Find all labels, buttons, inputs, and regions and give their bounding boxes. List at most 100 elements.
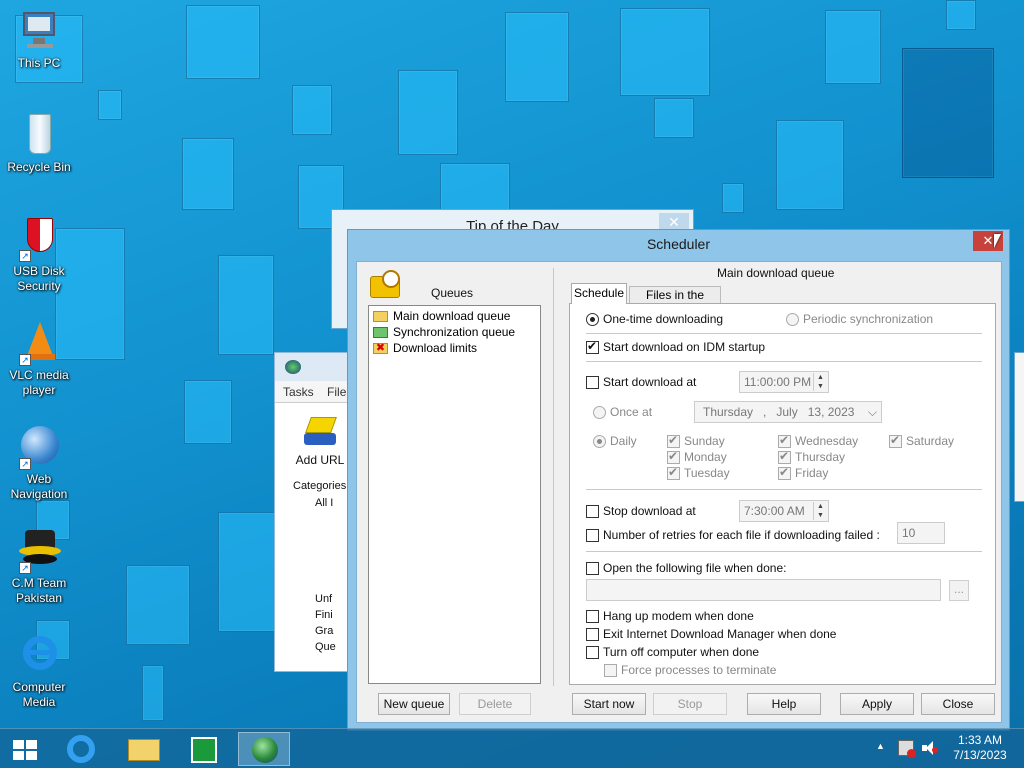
tree-item[interactable]: Unf [297, 591, 336, 607]
checkbox-label: Stop download at [603, 504, 696, 518]
checkbox-label: Wednesday [795, 434, 859, 448]
help-button[interactable]: Help [747, 693, 821, 715]
date-picker[interactable]: Thursday , July 13, 2023 ⌵ [694, 401, 882, 423]
desktop-icon-label: VLC media player [9, 368, 69, 397]
one-time-radio[interactable]: One-time downloading [586, 312, 723, 326]
network-error-icon[interactable] [898, 740, 916, 758]
hang-up-checkbox[interactable]: Hang up modem when done [586, 609, 754, 623]
globe-icon: ↗ [17, 424, 61, 470]
menu-file[interactable]: File [327, 385, 346, 399]
taskbar-file-explorer[interactable] [118, 732, 170, 766]
tree-item[interactable]: All I [297, 495, 336, 511]
tray-overflow-icon[interactable]: ▲ [876, 741, 885, 751]
queue-item-sync[interactable]: Synchronization queue [373, 325, 515, 339]
desktop-icon-this-pc[interactable]: This PC [4, 8, 74, 71]
tree-item[interactable]: Fini [297, 607, 336, 623]
desktop-icon-label: USB Disk Security [13, 264, 65, 293]
start-button[interactable] [0, 732, 52, 766]
queues-label: Queues [431, 286, 474, 300]
close-button[interactable]: Close [921, 693, 995, 715]
retries-checkbox[interactable]: Number of retries for each file if downl… [586, 528, 880, 542]
start-at-checkbox[interactable]: Start download at [586, 375, 696, 389]
open-file-checkbox[interactable]: Open the following file when done: [586, 561, 786, 575]
computer-icon [17, 8, 61, 52]
exit-idm-checkbox[interactable]: Exit Internet Download Manager when done [586, 627, 836, 641]
delete-button[interactable]: Delete [459, 693, 531, 715]
clock[interactable]: 1:33 AM 7/13/2023 [950, 733, 1010, 763]
day-saturday-checkbox[interactable]: Saturday [889, 433, 954, 448]
day-tuesday-checkbox[interactable]: Tuesday [667, 465, 730, 480]
taskbar-idm[interactable] [238, 732, 290, 766]
desktop-icon-cm-team[interactable]: ↗ C.M Team Pakistan [4, 528, 74, 606]
time-spinner-icon[interactable]: ▲ ▼ [813, 373, 827, 391]
menu-tasks[interactable]: Tasks [283, 385, 314, 399]
apply-button[interactable]: Apply [840, 693, 914, 715]
desktop-icon-label: C.M Team Pakistan [11, 576, 67, 605]
daily-radio[interactable]: Daily [593, 434, 637, 448]
checkbox-label: Friday [795, 466, 829, 480]
retries-field[interactable]: 10 [897, 522, 945, 544]
scheduler-dialog[interactable]: Scheduler ✕ Queues Main download queue S… [347, 229, 1010, 731]
tree-item[interactable]: Que [297, 639, 336, 655]
queue-item-label: Main download queue [393, 309, 511, 323]
shortcut-arrow-icon: ↗ [19, 250, 31, 262]
tab-files-in-queue[interactable]: Files in the queue [629, 286, 721, 319]
desktop-icon-computer-media[interactable]: Computer Media [4, 632, 74, 710]
vlc-cone-icon: ↗ [17, 320, 61, 366]
stop-time-field[interactable]: 7:30:00 AM ▲ ▼ [739, 500, 829, 522]
start-on-startup-checkbox[interactable]: Start download on IDM startup [586, 339, 765, 354]
queue-item-label: Download limits [393, 341, 478, 355]
browse-button[interactable]: ... [949, 580, 969, 601]
date-day: Thursday [703, 405, 754, 419]
stop-at-checkbox[interactable]: Stop download at [586, 504, 696, 518]
day-friday-checkbox[interactable]: Friday [778, 465, 829, 480]
time-spinner-icon[interactable]: ▲ ▼ [813, 502, 827, 520]
background-window-edge [1014, 352, 1024, 502]
taskbar-store[interactable] [178, 732, 230, 766]
add-url-button[interactable]: Add URL [285, 411, 355, 467]
desktop-icon-web-navigation[interactable]: ↗ Web Navigation [4, 424, 74, 502]
stop-button[interactable]: Stop [653, 693, 727, 715]
periodic-radio[interactable]: Periodic synchronization [786, 312, 933, 326]
day-wednesday-checkbox[interactable]: Wednesday [778, 433, 859, 448]
day-thursday-checkbox[interactable]: Thursday [778, 449, 846, 464]
new-queue-button[interactable]: New queue [378, 693, 450, 715]
day-sunday-checkbox[interactable]: Sunday [667, 433, 725, 448]
turn-off-checkbox[interactable]: Turn off computer when done [586, 645, 759, 659]
start-now-button[interactable]: Start now [572, 693, 646, 715]
separator [586, 551, 982, 552]
checkbox-label: Thursday [795, 450, 846, 464]
day-monday-checkbox[interactable]: Monday [667, 449, 727, 464]
idm-logo-icon [285, 360, 301, 374]
queue-item-limits[interactable]: ✖ Download limits [373, 341, 477, 355]
volume-muted-icon[interactable] [922, 741, 938, 755]
force-terminate-checkbox[interactable]: Force processes to terminate [604, 663, 776, 677]
checkbox-label: Start download at [603, 375, 697, 389]
radio-label: Periodic synchronization [803, 312, 934, 326]
start-time-field[interactable]: 11:00:00 PM ▲ ▼ [739, 371, 829, 393]
folder-icon [373, 310, 388, 322]
date-day-year: 13, 2023 [807, 405, 855, 419]
shortcut-arrow-icon: ↗ [19, 458, 31, 470]
dialog-client: Queues Main download queue Synchronizati… [356, 261, 1002, 723]
taskbar-internet-explorer[interactable] [56, 732, 108, 766]
checkbox-label: Turn off computer when done [603, 645, 760, 659]
desktop-icon-label: This PC [17, 56, 61, 70]
desktop-icon-vlc[interactable]: ↗ VLC media player [4, 320, 74, 398]
divider [553, 268, 554, 686]
tab-schedule[interactable]: Schedule [571, 283, 627, 304]
sync-folder-icon [373, 326, 388, 338]
shortcut-arrow-icon: ↗ [19, 354, 31, 366]
desktop-icon-usb-disk-security[interactable]: ↗ USB Disk Security [4, 216, 74, 294]
internet-explorer-icon [17, 632, 61, 676]
open-file-path-input[interactable] [586, 579, 941, 601]
once-at-radio[interactable]: Once at [593, 405, 652, 419]
checkbox-label: Tuesday [684, 466, 730, 480]
queue-item-main[interactable]: Main download queue [373, 309, 510, 323]
mouse-cursor-icon [994, 234, 1001, 248]
chevron-down-icon[interactable]: ⌵ [868, 402, 877, 422]
queue-list[interactable]: Main download queue Synchronization queu… [368, 305, 541, 684]
desktop-icon-recycle-bin[interactable]: Recycle Bin [4, 112, 74, 175]
checkbox-label: Open the following file when done: [603, 561, 787, 575]
tree-item[interactable]: Gra [297, 623, 336, 639]
